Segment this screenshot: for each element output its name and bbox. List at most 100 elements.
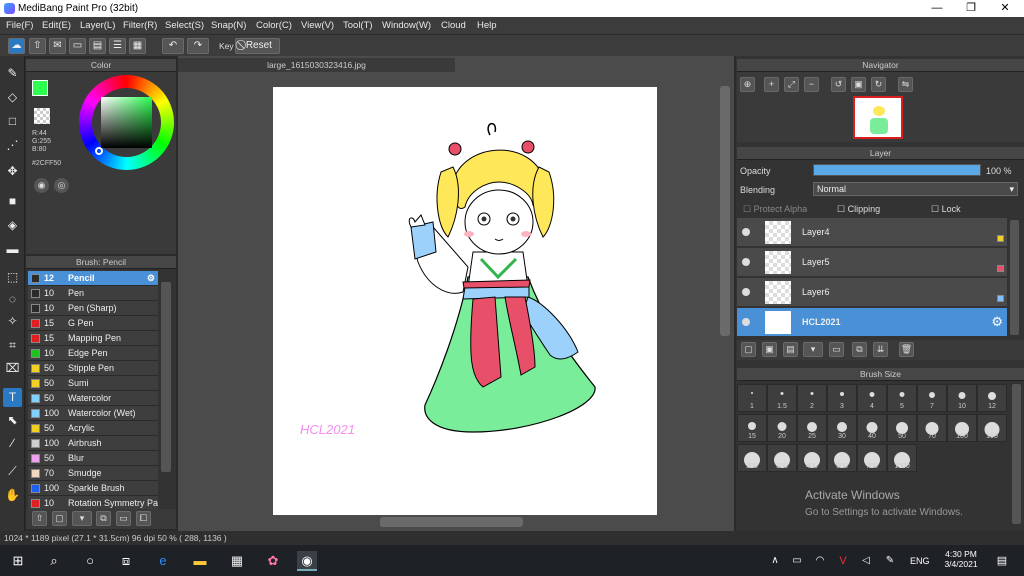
brush-size-cell[interactable]: 70: [917, 414, 947, 442]
visibility-icon[interactable]: [742, 228, 750, 236]
brush-size-cell[interactable]: 1000: [887, 444, 917, 472]
minimize-button[interactable]: —: [920, 0, 954, 17]
brush-size-cell[interactable]: 1: [737, 384, 767, 412]
menu-tool[interactable]: Tool(T): [343, 20, 373, 31]
saturation-square[interactable]: [101, 97, 152, 148]
brush-duplicate-icon[interactable]: ⧠: [136, 511, 151, 526]
eyedropper-tool-icon[interactable]: ⟋: [3, 462, 22, 481]
navigator-thumbnail[interactable]: [853, 96, 903, 139]
fill-rect-tool-icon[interactable]: ■: [3, 192, 22, 211]
wifi-icon[interactable]: ◠: [810, 551, 830, 571]
add-layer-menu-icon[interactable]: ▾: [803, 342, 823, 357]
brush-copy-icon[interactable]: ⧉: [96, 511, 111, 526]
brush-size-cell[interactable]: 100: [947, 414, 977, 442]
menu-file[interactable]: File(F): [6, 20, 33, 31]
brush-item[interactable]: 15 Mapping Pen: [28, 331, 158, 346]
visibility-icon[interactable]: [742, 318, 750, 326]
maximize-button[interactable]: ❐: [954, 0, 988, 17]
brush-size-cell[interactable]: 3: [827, 384, 857, 412]
gear-icon[interactable]: ⚙: [147, 271, 155, 285]
flip-icon[interactable]: ⇋: [898, 77, 913, 92]
grid-icon[interactable]: ▦: [129, 38, 146, 54]
new-folder-icon[interactable]: ▭: [829, 342, 844, 357]
brush-tool-icon[interactable]: ✎: [3, 64, 22, 83]
menu-color[interactable]: Color(C): [256, 20, 292, 31]
fit-screen-icon[interactable]: ⤢: [784, 77, 799, 92]
protect-alpha-checkbox[interactable]: ☐ Protect Alpha: [743, 204, 807, 215]
comment-icon[interactable]: ✉: [49, 38, 66, 54]
magic-wand-tool-icon[interactable]: ✧: [3, 312, 22, 331]
brush-size-cell[interactable]: 10: [947, 384, 977, 412]
brush-item[interactable]: 50 Sumi: [28, 376, 158, 391]
select-pen-tool-icon[interactable]: ⌗: [3, 336, 22, 355]
cloud-icon[interactable]: ☁: [8, 38, 25, 54]
drawing-canvas[interactable]: HCL2021: [273, 87, 657, 515]
menu-help[interactable]: Help: [477, 20, 497, 31]
menu-filter[interactable]: Filter(R): [123, 20, 157, 31]
layer-row[interactable]: Layer5: [737, 248, 1007, 277]
palette-add-icon[interactable]: ◎: [54, 178, 69, 193]
brush-item[interactable]: 50 Stipple Pen: [28, 361, 158, 376]
pen-icon[interactable]: ✎: [880, 551, 900, 571]
menu-view[interactable]: View(V): [301, 20, 334, 31]
lock-checkbox[interactable]: ☐ Lock: [931, 204, 961, 215]
brush-size-cell[interactable]: 400: [797, 444, 827, 472]
brush-size-cell[interactable]: 200: [737, 444, 767, 472]
brush-scrollbar[interactable]: [161, 282, 171, 472]
menu-edit[interactable]: Edit(E): [42, 20, 71, 31]
opacity-slider[interactable]: [813, 164, 981, 176]
layer-scrollbar[interactable]: [1010, 220, 1019, 335]
brush-size-scrollbar[interactable]: [1012, 384, 1021, 524]
volume-icon[interactable]: ◁: [856, 551, 876, 571]
brush-size-cell[interactable]: 150: [977, 414, 1007, 442]
layer-row[interactable]: Layer4: [737, 218, 1007, 247]
battery-icon[interactable]: ▭: [787, 551, 807, 571]
zoom-in-icon[interactable]: +: [764, 77, 779, 92]
select-eraser-tool-icon[interactable]: ⌧: [3, 359, 22, 378]
hand-tool-icon[interactable]: ✋: [3, 486, 22, 505]
brush-item[interactable]: 10 Edge Pen: [28, 346, 158, 361]
dot-tool-icon[interactable]: ⋰: [3, 136, 22, 155]
brush-size-cell[interactable]: 4: [857, 384, 887, 412]
notification-icon[interactable]: ▤: [992, 551, 1012, 571]
brush-item[interactable]: 10 Pen: [28, 286, 158, 301]
file-explorer-icon[interactable]: ▬: [190, 551, 210, 571]
palette-icon[interactable]: ◉: [34, 178, 49, 193]
reset-rotation-icon[interactable]: ▣: [851, 77, 866, 92]
canvas-vscroll[interactable]: [720, 86, 730, 336]
task-view-icon[interactable]: ⧈: [116, 551, 136, 571]
edge-icon[interactable]: e: [153, 551, 173, 571]
brush-size-cell[interactable]: 40: [857, 414, 887, 442]
select-tool-icon[interactable]: ⬚: [3, 268, 22, 287]
brush-item[interactable]: 10 Pen (Sharp): [28, 301, 158, 316]
list-icon[interactable]: ☰: [109, 38, 126, 54]
brush-folder-icon[interactable]: ▭: [116, 511, 131, 526]
layer-row-selected[interactable]: HCL2021 ⚙: [737, 308, 1007, 337]
brush-item[interactable]: 100 Airbrush: [28, 436, 158, 451]
redo-icon[interactable]: ↷: [187, 38, 209, 54]
brush-size-cell[interactable]: 50: [887, 414, 917, 442]
document-icon[interactable]: ▤: [89, 38, 106, 54]
rectangle-tool-icon[interactable]: □: [3, 112, 22, 131]
brush-item[interactable]: 50 Watercolor: [28, 391, 158, 406]
new-halftone-layer-icon[interactable]: ▣: [762, 342, 777, 357]
brush-size-cell[interactable]: 300: [767, 444, 797, 472]
search-icon[interactable]: ⌕: [44, 551, 64, 571]
zoom-fit-icon[interactable]: ⊕: [740, 77, 755, 92]
brush-size-cell[interactable]: 30: [827, 414, 857, 442]
hue-ring[interactable]: [79, 75, 174, 170]
brush-size-cell[interactable]: 500: [827, 444, 857, 472]
brush-item[interactable]: 70 Smudge: [28, 466, 158, 481]
eraser-tool-icon[interactable]: ◇: [3, 88, 22, 107]
gradation-tool-icon[interactable]: ▬: [3, 240, 22, 259]
brush-item[interactable]: 15 G Pen: [28, 316, 158, 331]
brush-size-cell[interactable]: 5: [887, 384, 917, 412]
clipping-checkbox[interactable]: ☐ Clipping: [837, 204, 880, 215]
store-icon[interactable]: ▦: [227, 551, 247, 571]
chevron-up-icon[interactable]: ∧: [765, 551, 785, 571]
menu-layer[interactable]: Layer(L): [80, 20, 115, 31]
new-8bit-layer-icon[interactable]: ▤: [783, 342, 798, 357]
reset-button[interactable]: ⃠ Reset: [235, 38, 280, 54]
undo-icon[interactable]: ↶: [162, 38, 184, 54]
brush-item[interactable]: 50 Blur: [28, 451, 158, 466]
